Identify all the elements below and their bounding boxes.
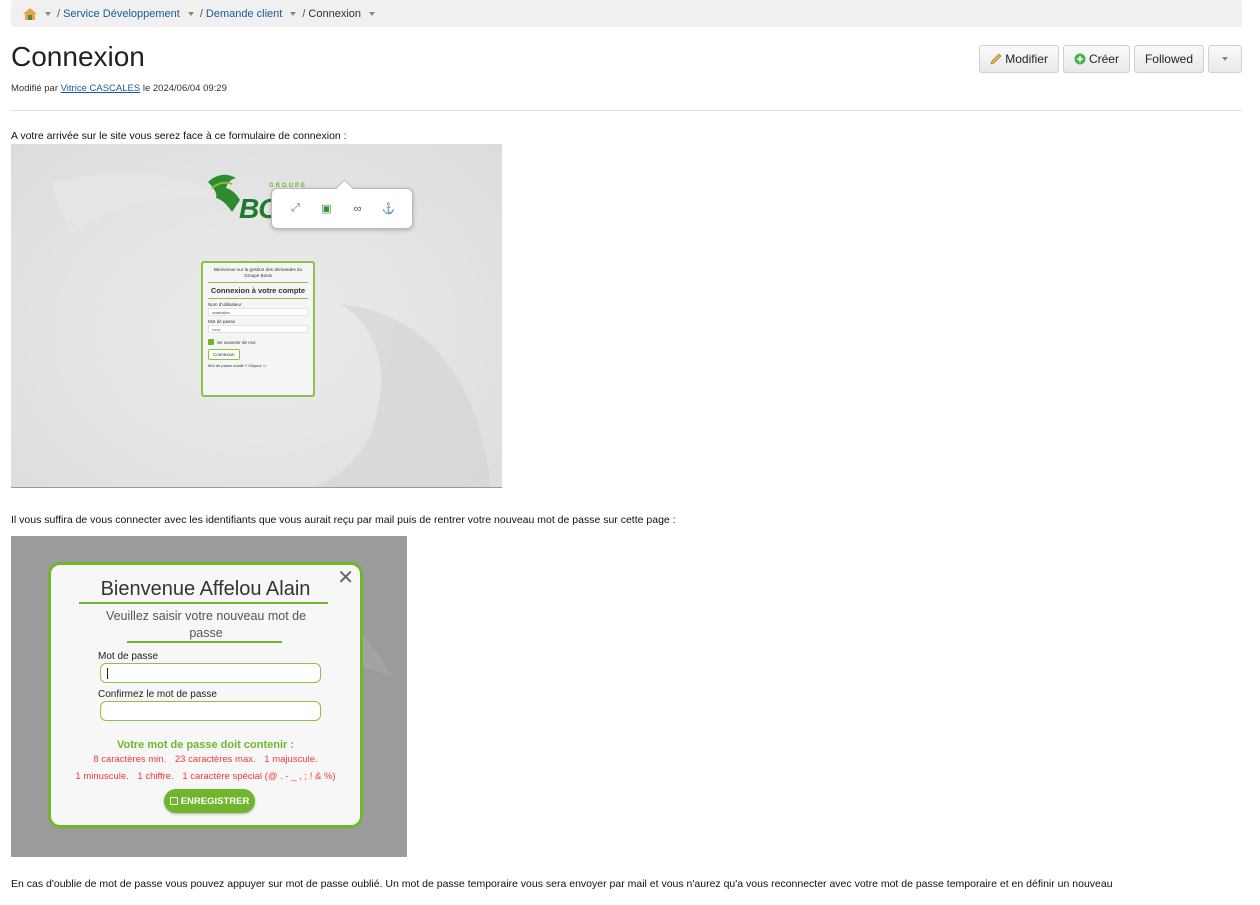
modified-date: 2024/06/04 09:29: [152, 83, 227, 94]
save-button: ENREGISTRER: [164, 789, 255, 813]
demande-dropdown-caret-icon[interactable]: [290, 11, 297, 16]
forgot-password-text: Mot de passe oublié ? Cliquez ici: [208, 363, 308, 368]
anchor-icon[interactable]: ⚓: [381, 202, 397, 215]
modal-title: Bienvenue Affelou Alain: [100, 578, 311, 600]
rule-digit: 1 chiffre.: [137, 771, 174, 782]
home-icon[interactable]: [23, 7, 37, 20]
checkbox-checked-icon: [208, 339, 214, 346]
home-dropdown-caret-icon[interactable]: [45, 11, 51, 16]
save-button-label: ENREGISTRER: [180, 795, 250, 807]
password-rules-line-1: 8 caractères min. 23 caractères max. 1 m…: [51, 754, 360, 765]
new-password-modal: ✕ Bienvenue Affelou Alain Veuillez saisi…: [48, 562, 363, 828]
page-title: Connexion: [11, 41, 145, 72]
rule-special-char: 1 caractère spécial (@ . - _ , ; ! & %): [182, 771, 336, 782]
paragraph-new-password: Il vous suffira de vous connecter avec l…: [11, 514, 676, 526]
modified-prefix: Modifié par: [11, 83, 58, 94]
paragraph-intro: A votre arrivée sur le site vous serez f…: [11, 130, 347, 142]
link-icon[interactable]: ∞: [350, 203, 366, 215]
breadcrumb-item-service[interactable]: Service Développement: [63, 8, 180, 20]
more-actions-button[interactable]: [1208, 45, 1242, 73]
edit-button[interactable]: Modifier: [979, 45, 1059, 73]
create-button-label: Créer: [1088, 52, 1119, 66]
confirm-password-label: Confirmez le mot de passe: [98, 689, 217, 700]
add-circle-icon: [1074, 53, 1086, 65]
author-link[interactable]: Vitrice CASCALES: [61, 83, 141, 94]
expand-icon[interactable]: ⤢: [288, 202, 304, 215]
rule-lowercase: 1 minuscule.: [75, 771, 129, 782]
rule-min-length: 8 caractères min.: [93, 754, 167, 765]
login-button: Connexion: [208, 349, 240, 361]
modal-subtitle: Veuillez saisir votre nouveau mot de pas…: [105, 609, 307, 640]
current-dropdown-caret-icon[interactable]: [369, 11, 376, 16]
chevron-down-icon: [1222, 57, 1228, 61]
password-label: Mot de passe: [208, 319, 236, 325]
login-form-screenshot: GROUPE BO ⤢ ▣ ∞ ⚓ Bienvenue sur la gesti…: [11, 144, 502, 488]
breadcrumb-current: Connexion: [308, 7, 362, 20]
modified-info: Modifié par Vitrice CASCALES le 2024/06/…: [11, 83, 227, 94]
modified-mid: le: [142, 83, 151, 94]
service-dropdown-caret-icon[interactable]: [187, 11, 194, 16]
password-rules-title: Votre mot de passe doit contenir :: [116, 739, 295, 751]
create-button[interactable]: Créer: [1062, 45, 1130, 73]
remember-me-label: Se souvenir de moi: [217, 339, 256, 345]
username-field: vcascales: [208, 308, 308, 317]
image-toolbar-popup: ⤢ ▣ ∞ ⚓: [271, 188, 413, 229]
rule-uppercase: 1 majuscule.: [264, 754, 318, 765]
new-password-field: [100, 663, 321, 683]
remember-me-checkbox: Se souvenir de moi: [208, 339, 308, 346]
rule-max-length: 23 caractères max.: [174, 754, 256, 765]
followed-button[interactable]: Followed: [1133, 45, 1204, 73]
breadcrumb-separator: /: [199, 7, 203, 20]
subtitle-underline: [127, 641, 282, 643]
breadcrumb-separator: /: [57, 7, 61, 20]
new-password-label: Mot de passe: [98, 651, 159, 662]
username-label: Nom d'utilisateur: [208, 302, 242, 308]
confirm-password-field: [100, 701, 321, 721]
forgot-password-prefix: Mot de passe oublié ? Cliquez: [208, 363, 262, 369]
forgot-password-link: ici: [262, 363, 267, 369]
password-rules-line-2: 1 minuscule. 1 chiffre. 1 caractère spéc…: [51, 771, 360, 782]
edit-button-label: Modifier: [1005, 52, 1048, 66]
password-field: ••••••: [208, 325, 308, 334]
breadcrumb-separator: /: [302, 7, 306, 20]
login-welcome-text: Bienvenue sur la gestion des demandes du…: [208, 267, 308, 284]
login-card: Bienvenue sur la gestion des demandes du…: [201, 261, 315, 397]
pencil-icon: [990, 53, 1002, 65]
breadcrumb-item-demande[interactable]: Demande client: [206, 8, 282, 20]
text-cursor: [107, 668, 108, 679]
image-settings-icon[interactable]: ▣: [319, 202, 335, 215]
new-password-screenshot: ✕ Bienvenue Affelou Alain Veuillez saisi…: [11, 536, 407, 857]
title-underline: [79, 602, 328, 604]
page-actions: Modifier Créer Followed: [979, 45, 1242, 73]
floppy-disk-icon: [169, 797, 178, 805]
breadcrumb: / Service Développement / Demande client…: [11, 0, 1242, 27]
divider: [11, 110, 1242, 111]
login-title: Connexion à votre compte: [208, 286, 308, 300]
paragraph-forgot-password: En cas d'oublie de mot de passe vous pou…: [11, 878, 1113, 890]
